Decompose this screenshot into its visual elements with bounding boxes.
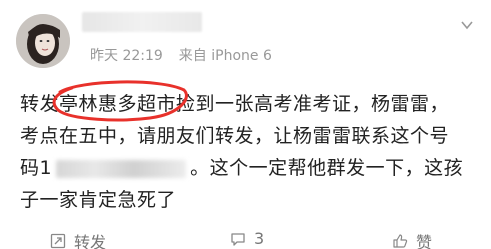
avatar-photo — [16, 14, 70, 68]
repost-label: 转发 — [74, 233, 107, 249]
post-line-2: 考点在五中，请朋友们转发，让杨雷雷联系这个号 — [20, 125, 450, 147]
repost-icon — [50, 233, 66, 249]
comment-count: 3 — [254, 229, 265, 248]
avatar[interactable] — [16, 14, 70, 68]
like-label: 赞 — [416, 233, 433, 249]
chevron-down-icon[interactable] — [460, 18, 474, 32]
post-line-3: 码1 。这个一定帮他群发一下，这孩 — [20, 157, 464, 179]
repost-button[interactable]: 转发 — [50, 229, 106, 249]
post-meta: 昨天 22:19 来自 iPhone 6 — [90, 45, 272, 65]
phone-number-blurred — [56, 159, 187, 178]
post-header: 昨天 22:19 来自 iPhone 6 — [12, 10, 482, 70]
like-icon — [393, 234, 408, 248]
post-source: 来自 iPhone 6 — [178, 48, 272, 64]
comment-button[interactable]: 3 — [230, 229, 264, 248]
like-button[interactable]: 赞 — [392, 229, 432, 249]
action-bar: 转发 3 赞 — [0, 222, 491, 249]
post-line-4: 子一家肯定急死了 — [20, 189, 177, 211]
comment-icon — [231, 232, 245, 246]
red-hand-drawn-circle — [52, 80, 188, 122]
username-blurred[interactable] — [82, 12, 202, 32]
weibo-post: 昨天 22:19 来自 iPhone 6 转发亭林惠多超市捡到一张高考准考证，杨雷… — [0, 0, 491, 249]
post-time: 昨天 22:19 — [90, 48, 163, 64]
